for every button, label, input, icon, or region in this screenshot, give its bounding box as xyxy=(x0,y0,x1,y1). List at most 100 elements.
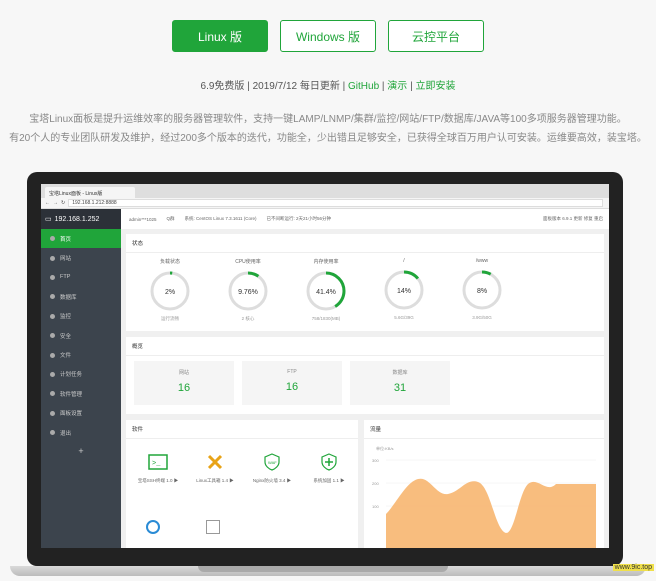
sidebar-item-label: 软件管理 xyxy=(60,391,83,398)
sidebar-item[interactable]: FTP xyxy=(41,268,121,287)
sidebar-item[interactable]: 网站 xyxy=(41,248,121,267)
traffic-tick: 100 xyxy=(372,504,379,509)
sidebar-item-label: 数据库 xyxy=(60,294,77,301)
gauge-ring: 8% xyxy=(462,270,502,310)
menu-icon xyxy=(50,430,55,436)
info-bar: admin***1025 Q群 系统: CentOS Linux 7.3.161… xyxy=(121,209,609,229)
laptop-screen: 宝塔Linux面板 - Linux版 ← → ↻ 192.168.1.212:8… xyxy=(41,184,609,548)
stat-value: 16 xyxy=(285,381,299,393)
demo-link[interactable]: 演示 xyxy=(387,81,407,92)
status-gauge: / 14% 5.6G/39G xyxy=(374,258,434,320)
status-title: 状态 xyxy=(126,234,604,253)
browser-tab[interactable]: 宝塔Linux面板 - Linux版 xyxy=(45,187,135,198)
overview-stat[interactable]: 数据库 31 xyxy=(350,361,450,405)
github-link[interactable]: GitHub xyxy=(348,81,379,92)
gauge-sub: 758/1830(MB) xyxy=(311,316,341,321)
sidebar-item[interactable]: 数据库 xyxy=(41,287,121,306)
menu-icon xyxy=(50,352,55,358)
gauge-ring: 41.4% xyxy=(306,271,346,311)
menu-icon xyxy=(50,255,55,261)
gauge-label: CPU使用率 xyxy=(235,259,261,265)
user-info[interactable]: admin***1025 xyxy=(129,217,157,222)
install-link[interactable]: 立即安装 xyxy=(415,81,455,92)
status-gauge: 负载状态 2% 运行流畅 xyxy=(140,258,200,322)
svg-text:WAF: WAF xyxy=(268,460,277,465)
gauge-ring: 14% xyxy=(384,270,424,310)
sidebar: ▭ 192.168.1.252 首页网站 FTP 数据库监控 安全文件计划任务软件管理… xyxy=(41,209,121,548)
menu-icon xyxy=(50,391,55,397)
forward-icon[interactable]: → xyxy=(53,200,58,206)
product-description: 宝塔Linux面板是提升运维效率的服务器管理软件，支持一键LAMP/LNMP/集… xyxy=(0,110,656,148)
description-line-2: 有20个人的专业团队研发及维护，经过200多个版本的迭代，功能全，少出错且足够安… xyxy=(9,133,647,144)
add-menu-button[interactable]: + xyxy=(41,446,121,456)
tools-icon xyxy=(205,452,225,472)
reload-icon[interactable]: ↻ xyxy=(61,200,65,206)
sidebar-item[interactable]: 安全 xyxy=(41,326,121,345)
gauge-value: 41.4% xyxy=(316,289,336,296)
gauge-sub: 5.6G/39G xyxy=(394,315,414,320)
gauge-sub: 2 核心 xyxy=(241,316,255,321)
sidebar-host: ▭ 192.168.1.252 xyxy=(41,209,121,229)
main-area: admin***1025 Q群 系统: CentOS Linux 7.3.161… xyxy=(121,209,609,548)
stat-value: 16 xyxy=(177,382,191,394)
software-item[interactable]: 系统加固 1.1 ▶ xyxy=(299,452,359,484)
sidebar-item-label: 文件 xyxy=(60,353,72,360)
waf-icon: WAF xyxy=(262,452,282,472)
software-label: Nginx防火墙 3.4 ▶ xyxy=(252,478,292,483)
windows-version-button[interactable]: Windows 版 xyxy=(280,20,376,52)
sidebar-item-label: 网站 xyxy=(60,256,72,263)
gauge-sub: 运行流畅 xyxy=(161,316,179,321)
update-date: 2019/7/12 每日更新 xyxy=(252,81,340,92)
menu-icon xyxy=(50,371,55,377)
sidebar-item-label: FTP xyxy=(60,274,71,281)
menu-icon xyxy=(50,333,55,339)
traffic-area xyxy=(386,478,596,548)
sidebar-item[interactable]: 退出 xyxy=(41,423,121,442)
qq-group-link[interactable]: Q群 xyxy=(167,216,175,222)
traffic-card: 流量 单位:KB/s 300 200 100 xyxy=(364,420,604,548)
menu-icon xyxy=(50,410,55,416)
sidebar-item-label: 退出 xyxy=(60,430,72,437)
version-meta: 6.9免费版 | 2019/7/12 每日更新 | GitHub | 演示 | … xyxy=(0,77,656,92)
version-text: 6.9免费版 xyxy=(200,81,245,92)
overview-stat[interactable]: FTP 16 xyxy=(242,361,342,405)
browser-tabbar: 宝塔Linux面板 - Linux版 xyxy=(41,184,609,198)
sidebar-item[interactable]: 文件 xyxy=(41,345,121,364)
traffic-tick: 300 xyxy=(372,458,379,463)
os-info: 系统: CentOS Linux 7.3.1611 (Core) xyxy=(184,216,257,221)
gauge-sub: 3.9G/50G xyxy=(472,315,492,320)
watermark: www.9ic.top xyxy=(612,564,654,571)
status-gauge: 内存使用率 41.4% 758/1830(MB) xyxy=(296,258,356,321)
description-line-1: 宝塔Linux面板是提升运维效率的服务器管理软件，支持一键LAMP/LNMP/集… xyxy=(29,114,627,125)
sidebar-item[interactable]: 面板设置 xyxy=(41,404,121,423)
status-gauge: CPU使用率 9.76% 2 核心 xyxy=(218,258,278,322)
app-icon[interactable] xyxy=(206,520,220,534)
address-field[interactable]: 192.168.1.212:8888 xyxy=(68,199,603,207)
traffic-title: 流量 xyxy=(364,420,604,439)
software-item[interactable]: Linux工具箱 1.4 ▶ xyxy=(185,452,245,484)
sidebar-item-label: 面板设置 xyxy=(60,411,83,418)
globe-icon[interactable] xyxy=(146,520,160,534)
uptime-info: 已不间断运行: 2天21小时56分钟 xyxy=(266,216,332,221)
gauge-value: 8% xyxy=(477,288,487,295)
software-label: 系统加固 1.1 ▶ xyxy=(313,478,345,483)
software-label: Linux工具箱 1.4 ▶ xyxy=(196,478,234,483)
gauge-label: /www xyxy=(475,258,489,264)
menu-icon xyxy=(50,313,55,319)
menu-icon xyxy=(50,236,55,242)
software-item[interactable]: >_ 宝塔SSH终端 1.0 ▶ xyxy=(128,452,188,484)
software-card: 软件 >_ 宝塔SSH终端 1.0 ▶ Linux工具箱 1.4 ▶ WAF Nginx… xyxy=(126,420,358,548)
sidebar-item[interactable]: 软件管理 xyxy=(41,384,121,403)
status-card: 状态 负载状态 2% 运行流畅 CPU使用率 9.76% 2 核心 内存使用率 41.4% 75… xyxy=(126,234,604,331)
cloud-control-button[interactable]: 云控平台 xyxy=(388,20,484,52)
back-icon[interactable]: ← xyxy=(45,200,50,206)
sidebar-item[interactable]: 首页 xyxy=(41,229,121,249)
overview-stat[interactable]: 网站 16 xyxy=(134,361,234,405)
panel-version-actions[interactable]: 面板版本 6.9.1 更新 修复 重启 xyxy=(543,216,609,222)
software-item[interactable]: WAF Nginx防火墙 3.4 ▶ xyxy=(242,452,302,484)
sidebar-item[interactable]: 计划任务 xyxy=(41,365,121,384)
overview-title: 概览 xyxy=(126,337,604,356)
sidebar-item[interactable]: 监控 xyxy=(41,307,121,326)
linux-version-button[interactable]: Linux 版 xyxy=(172,20,268,52)
shield-plus-icon xyxy=(319,452,339,472)
